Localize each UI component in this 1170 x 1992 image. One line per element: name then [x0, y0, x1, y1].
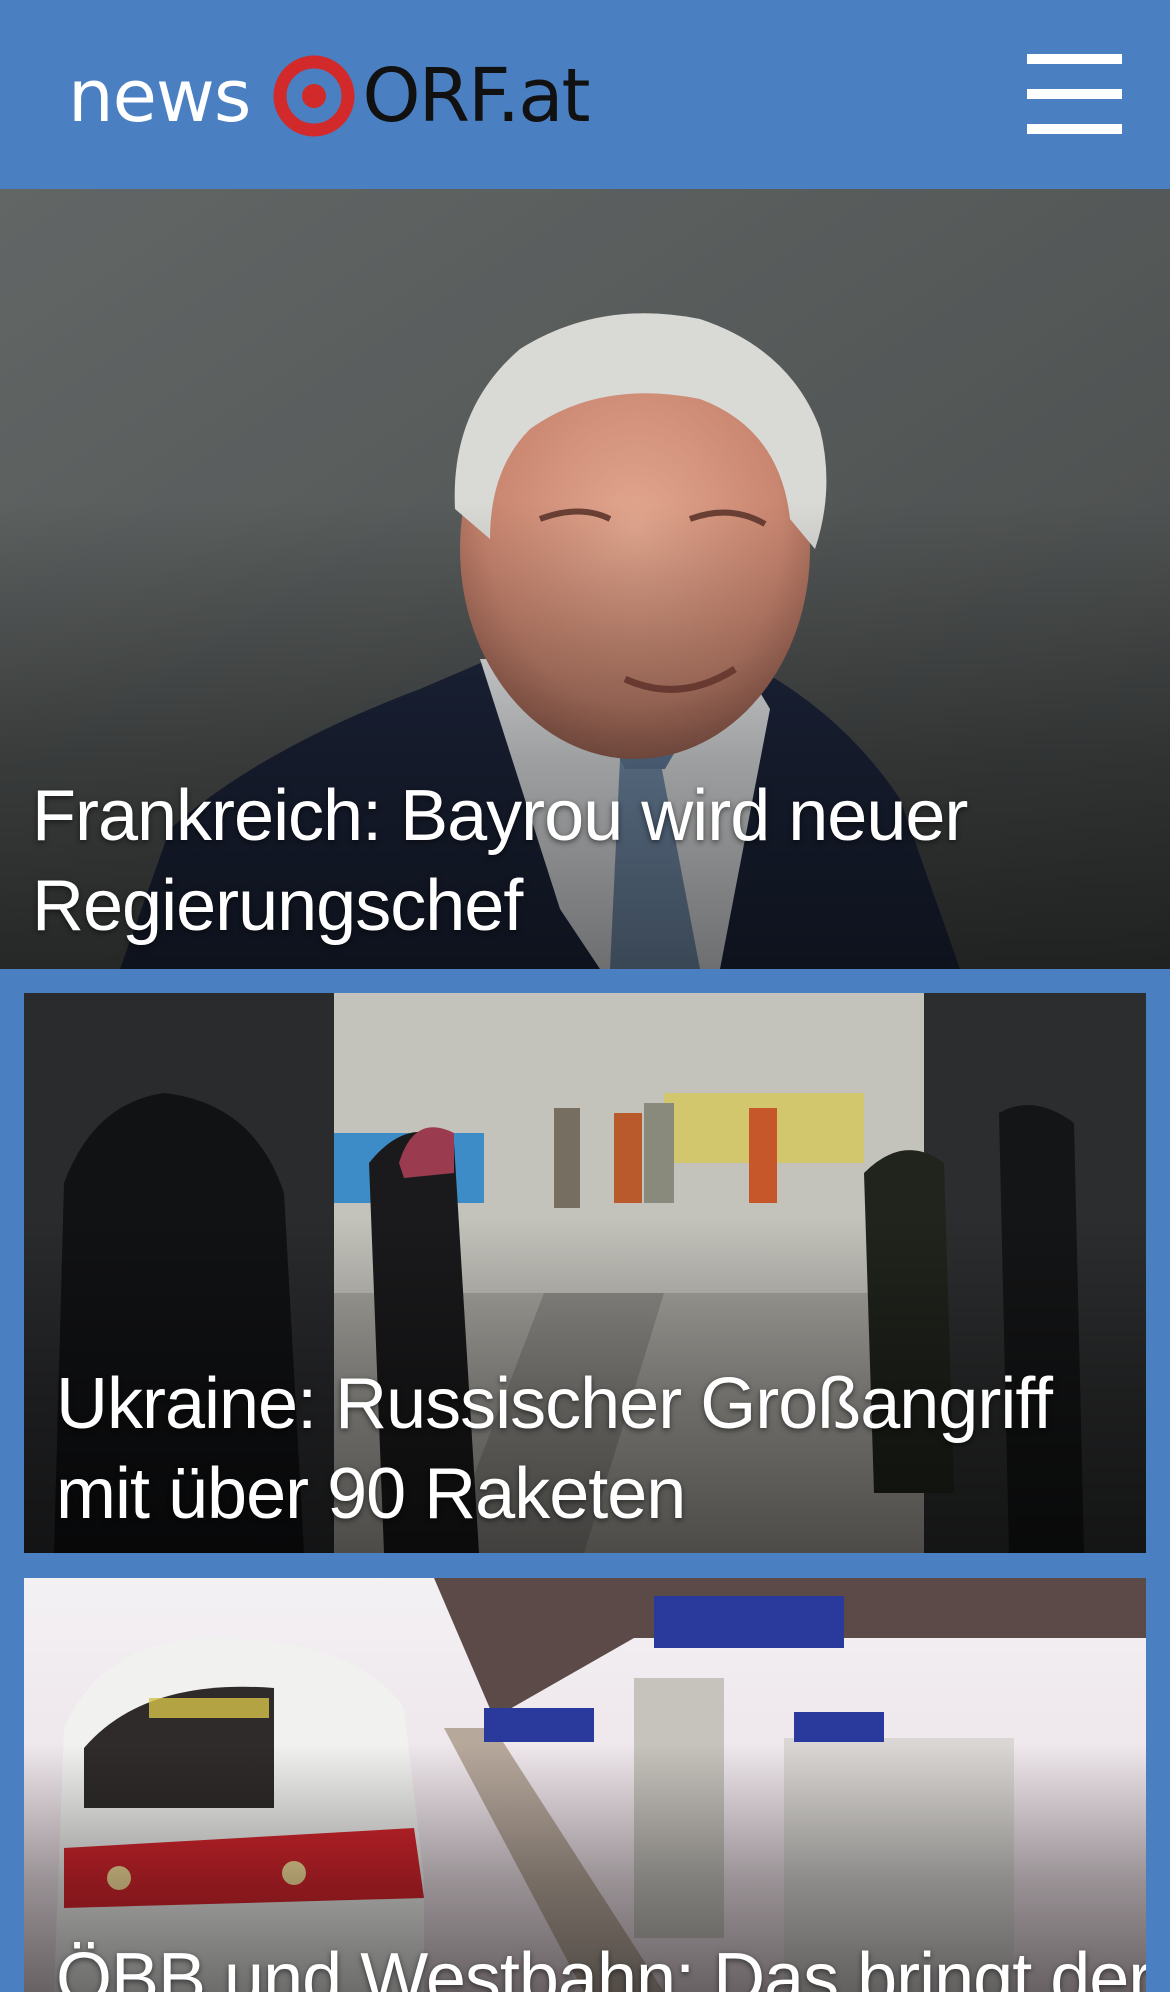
orf-eye-logo-icon	[273, 55, 355, 137]
story-card[interactable]: Ukraine: Russischer Großangriff mit über…	[24, 993, 1146, 1553]
hamburger-menu-icon[interactable]	[1022, 50, 1122, 138]
menu-bar-top	[1027, 54, 1122, 64]
story-headline[interactable]: ÖBB und Westbahn: Das bringt der	[56, 1934, 1146, 1992]
menu-bar-middle	[1027, 89, 1122, 99]
app-header: news ORF.at	[0, 0, 1170, 189]
news-orf-logo[interactable]: news ORF.at	[68, 48, 591, 144]
logo-news-text: news	[68, 54, 251, 138]
story-headline[interactable]: Ukraine: Russischer Großangriff mit über…	[56, 1359, 1136, 1539]
menu-bar-bottom	[1027, 124, 1122, 134]
logo-orf-text: ORF.at	[362, 53, 590, 139]
story-hero[interactable]: Frankreich: Bayrou wird neuer Regierungs…	[0, 189, 1170, 969]
story-card[interactable]: ÖBB und Westbahn: Das bringt der	[24, 1578, 1146, 1992]
story-headline[interactable]: Frankreich: Bayrou wird neuer Regierungs…	[32, 771, 1112, 951]
